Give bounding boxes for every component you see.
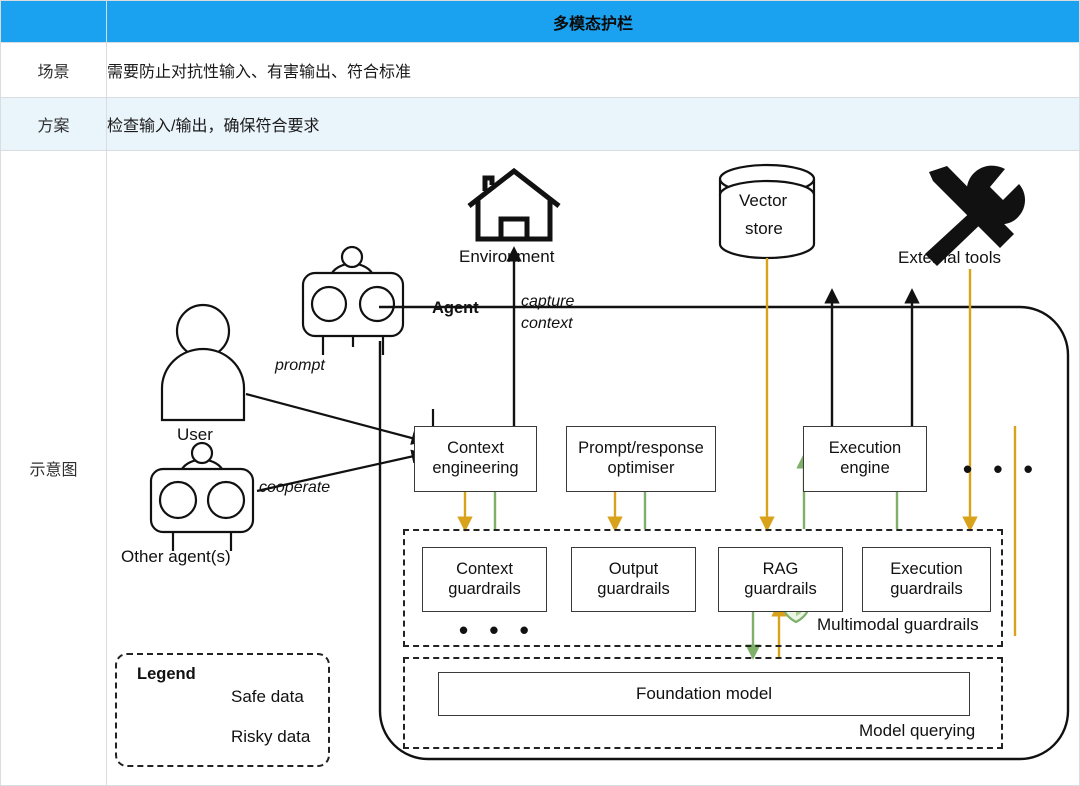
other-agents-robot-icon (149, 441, 255, 551)
guardrail-row-ellipsis: • • • (459, 615, 536, 645)
cooperate-edge-label: cooperate (259, 479, 331, 496)
prompt-arrow (245, 392, 426, 445)
process-box-execution-engine[interactable]: Execution engine (803, 426, 927, 492)
user-person-icon (160, 303, 246, 422)
model-querying-label: Model querying (859, 721, 976, 740)
guardrail-line2: guardrails (448, 579, 521, 598)
table-row: 示意图 Environment Vector store External to… (0, 150, 1080, 786)
guardrail-box-execution[interactable]: Execution guardrails (862, 547, 991, 612)
screenshot-root: 多模态护栏 场景 需要防止对抗性输入、有害输出、符合标准 方案 检查输入/输出，… (0, 0, 1080, 786)
process-box-text: Context engineering (432, 439, 518, 479)
row-label-diagram: 示意图 (0, 150, 107, 786)
guardrail-line2: guardrails (597, 579, 670, 598)
legend-item-risky-data: Risky data (231, 727, 311, 746)
multimodal-guardrails-label: Multimodal guardrails (817, 615, 979, 634)
capture-context-label-line1: capture (521, 293, 575, 310)
header-blank-cell (0, 0, 107, 43)
guardrail-box-context[interactable]: Context guardrails (422, 547, 547, 612)
guardrail-line1: RAG (762, 559, 799, 578)
header-title-cell: 多模态护栏 (106, 0, 1080, 43)
guardrail-box-text: Output guardrails (597, 560, 669, 600)
foundation-model-label: Foundation model (635, 684, 773, 703)
prompt-edge-label: prompt (275, 357, 325, 374)
process-line1: Context (447, 439, 504, 458)
user-label: User (177, 425, 213, 444)
row-label-solution: 方案 (0, 97, 107, 151)
guardrail-box-rag[interactable]: RAG guardrails (718, 547, 843, 612)
guardrail-line2: guardrails (744, 579, 817, 598)
process-line2: engineering (432, 459, 519, 477)
table-row: 场景 需要防止对抗性输入、有害输出、符合标准 (0, 42, 1080, 98)
legend-title: Legend (137, 665, 196, 683)
process-line1: Execution (828, 439, 902, 458)
process-box-prompt-response-optimiser[interactable]: Prompt/response optimiser (566, 426, 716, 492)
guardrail-line2: guardrails (890, 579, 963, 598)
external-tools-label: External tools (898, 248, 1001, 267)
table-row: 方案 检查输入/输出，确保符合要求 (0, 97, 1080, 151)
guardrail-line1: Execution (890, 559, 963, 578)
process-line2: engine (840, 459, 890, 477)
process-row-ellipsis: • • • (963, 454, 1040, 484)
process-box-context-engineering[interactable]: Context engineering (414, 426, 537, 492)
vector-store-label-line1: Vector (739, 191, 788, 210)
process-line1: Prompt/response (578, 439, 704, 458)
environment-house-icon (467, 167, 561, 242)
foundation-model-box[interactable]: Foundation model (438, 672, 970, 716)
other-agents-label: Other agent(s) (121, 547, 231, 566)
guardrail-line1: Context (456, 559, 513, 578)
row-value-scenario: 需要防止对抗性输入、有害输出、符合标准 (106, 42, 1080, 98)
row-label-scenario: 场景 (0, 42, 107, 98)
guardrail-box-output[interactable]: Output guardrails (571, 547, 696, 612)
table-header-row: 多模态护栏 (0, 0, 1080, 43)
row-value-solution: 检查输入/输出，确保符合要求 (106, 97, 1080, 151)
guardrail-line1: Output (608, 559, 659, 578)
guardrail-box-text: Execution guardrails (890, 560, 962, 600)
vector-store-cylinder-icon (718, 163, 816, 260)
process-line2: optimiser (607, 459, 675, 477)
guardrail-box-text: RAG guardrails (744, 560, 816, 600)
process-box-text: Prompt/response optimiser (578, 439, 704, 479)
guardrail-box-text: Context guardrails (448, 560, 520, 600)
agent-label: Agent (432, 299, 479, 317)
capture-context-label-line2: context (521, 315, 573, 332)
architecture-diagram: Environment Vector store External tools … (107, 151, 1079, 785)
process-box-text: Execution engine (829, 439, 901, 479)
diagram-cell: Environment Vector store External tools … (106, 150, 1080, 786)
agent-robot-icon (301, 245, 405, 355)
info-table: 多模态护栏 场景 需要防止对抗性输入、有害输出、符合标准 方案 检查输入/输出，… (0, 0, 1080, 786)
environment-label: Environment (459, 247, 555, 266)
legend-item-safe-data: Safe data (231, 687, 304, 706)
vector-store-label-line2: store (745, 219, 783, 238)
